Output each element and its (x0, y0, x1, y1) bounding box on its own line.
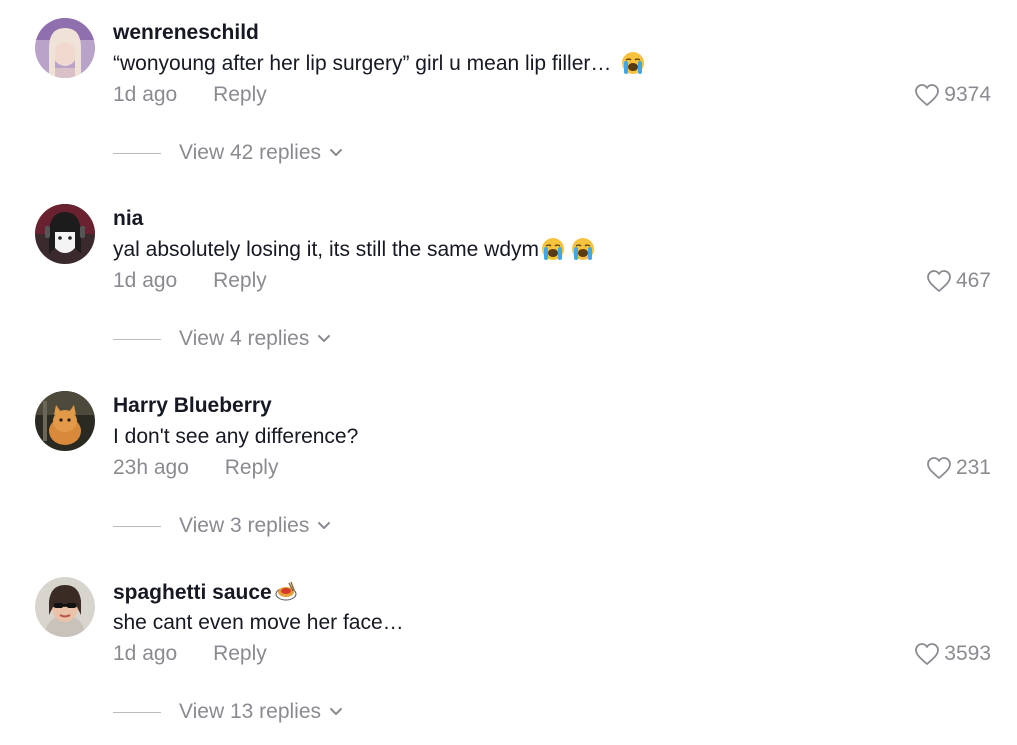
comment-meta: 1d ago Reply (113, 81, 267, 109)
avatar[interactable] (35, 577, 95, 637)
divider (113, 711, 161, 713)
view-replies-button[interactable]: View 3 replies (113, 512, 331, 540)
like-count: 9374 (944, 83, 991, 106)
comment-time: 1d ago (113, 83, 178, 106)
comment-text: yal absolutely losing it, its still the … (113, 236, 595, 264)
comment-meta: 1d ago Reply (113, 267, 267, 295)
heart-outline-icon (927, 457, 951, 479)
comment-username[interactable]: wenreneschild (113, 20, 259, 46)
avatar[interactable] (35, 204, 95, 264)
comment-meta: 23h ago Reply (113, 454, 278, 482)
view-replies-label: View 13 replies (179, 700, 322, 723)
reply-button[interactable]: Reply (213, 642, 267, 665)
like-button[interactable]: 3593 (914, 640, 991, 668)
loudly-crying-face-icon (541, 237, 565, 261)
loudly-crying-face-icon (621, 51, 645, 75)
avatar[interactable] (35, 391, 95, 451)
like-button[interactable]: 9374 (914, 81, 991, 109)
comment-username[interactable]: Harry Blueberry (113, 393, 272, 419)
spaghetti-emoji-icon (274, 579, 298, 610)
chevron-down-icon (330, 708, 343, 715)
heart-outline-icon (927, 270, 951, 292)
comment-time: 23h ago (113, 456, 189, 479)
like-button[interactable]: 467 (926, 267, 991, 295)
divider (113, 525, 161, 527)
heart-outline-icon (915, 84, 940, 106)
comment-text-content: yal absolutely losing it, its still the … (113, 238, 539, 261)
like-count: 231 (955, 456, 991, 479)
comment-time: 1d ago (113, 269, 178, 292)
chevron-down-icon (330, 149, 343, 156)
view-replies-label: View 3 replies (179, 514, 310, 537)
comment-text: she cant even move her face… (113, 609, 404, 637)
chevron-down-icon (318, 522, 331, 529)
avatar[interactable] (35, 18, 95, 78)
view-replies-button[interactable]: View 4 replies (113, 325, 331, 353)
view-replies-button[interactable]: View 13 replies (113, 698, 343, 726)
view-replies-button[interactable]: View 42 replies (113, 139, 343, 167)
reply-button[interactable]: Reply (225, 456, 279, 479)
like-button[interactable]: 231 (926, 454, 991, 482)
comment-text-content: she cant even move her face… (113, 611, 404, 634)
comment-username[interactable]: nia (113, 206, 143, 232)
comment-meta: 1d ago Reply (113, 640, 267, 668)
view-replies-label: View 4 replies (179, 327, 310, 350)
chevron-down-icon (318, 335, 331, 342)
like-count: 3593 (944, 642, 991, 665)
comment-text-content: “wonyoung after her lip surgery” girl u … (113, 52, 612, 75)
divider (113, 338, 161, 340)
comment-username-text: spaghetti sauce (113, 581, 272, 604)
comment-item: Harry Blueberry I don't see any differen… (0, 373, 1017, 559)
comment-username[interactable]: spaghetti sauce (113, 579, 298, 610)
comment-item: wenreneschild “wonyoung after her lip su… (0, 0, 1017, 186)
view-replies-label: View 42 replies (179, 141, 322, 164)
reply-button[interactable]: Reply (213, 269, 267, 292)
loudly-crying-face-icon (571, 237, 595, 261)
comment-text-content: I don't see any difference? (113, 425, 359, 448)
comment-text: I don't see any difference? (113, 423, 358, 451)
comment-item: spaghetti sauce she cant even move her f… (0, 559, 1017, 745)
reply-button[interactable]: Reply (213, 83, 267, 106)
comment-time: 1d ago (113, 642, 178, 665)
heart-outline-icon (915, 643, 940, 665)
divider (113, 152, 161, 154)
comment-text: “wonyoung after her lip surgery” girl u … (113, 50, 645, 78)
comment-item: nia yal absolutely losing it, its still … (0, 186, 1017, 372)
like-count: 467 (955, 269, 991, 292)
